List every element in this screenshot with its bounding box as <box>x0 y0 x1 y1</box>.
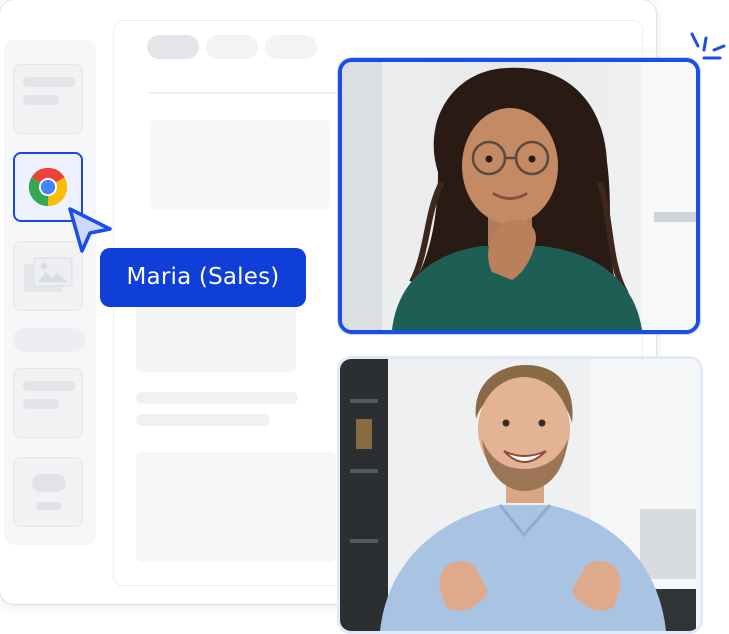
sidebar-item-3[interactable] <box>13 368 83 438</box>
content-placeholder <box>136 452 336 562</box>
placeholder-line <box>23 77 75 87</box>
video-tile-participant[interactable] <box>337 356 703 634</box>
video-tile-presenter[interactable] <box>338 58 700 334</box>
content-placeholder <box>150 120 330 210</box>
placeholder-line <box>23 95 59 105</box>
presenter-name-label: Maria (Sales) <box>100 248 306 307</box>
participant-video-man <box>340 359 700 631</box>
sidebar-item-4[interactable] <box>13 457 83 527</box>
placeholder-line <box>36 502 62 510</box>
tab-1[interactable] <box>147 35 199 59</box>
tab-3[interactable] <box>265 35 317 59</box>
placeholder-line <box>23 399 59 409</box>
gallery-icon <box>24 257 73 292</box>
sidebar-divider-pill <box>13 328 85 352</box>
sidebar-item-1[interactable] <box>13 64 83 134</box>
placeholder-shape <box>32 474 66 492</box>
content-line <box>136 414 270 426</box>
participant-video-woman <box>342 62 696 330</box>
content-line <box>136 392 298 404</box>
tab-2[interactable] <box>206 35 258 59</box>
placeholder-line <box>23 381 75 391</box>
